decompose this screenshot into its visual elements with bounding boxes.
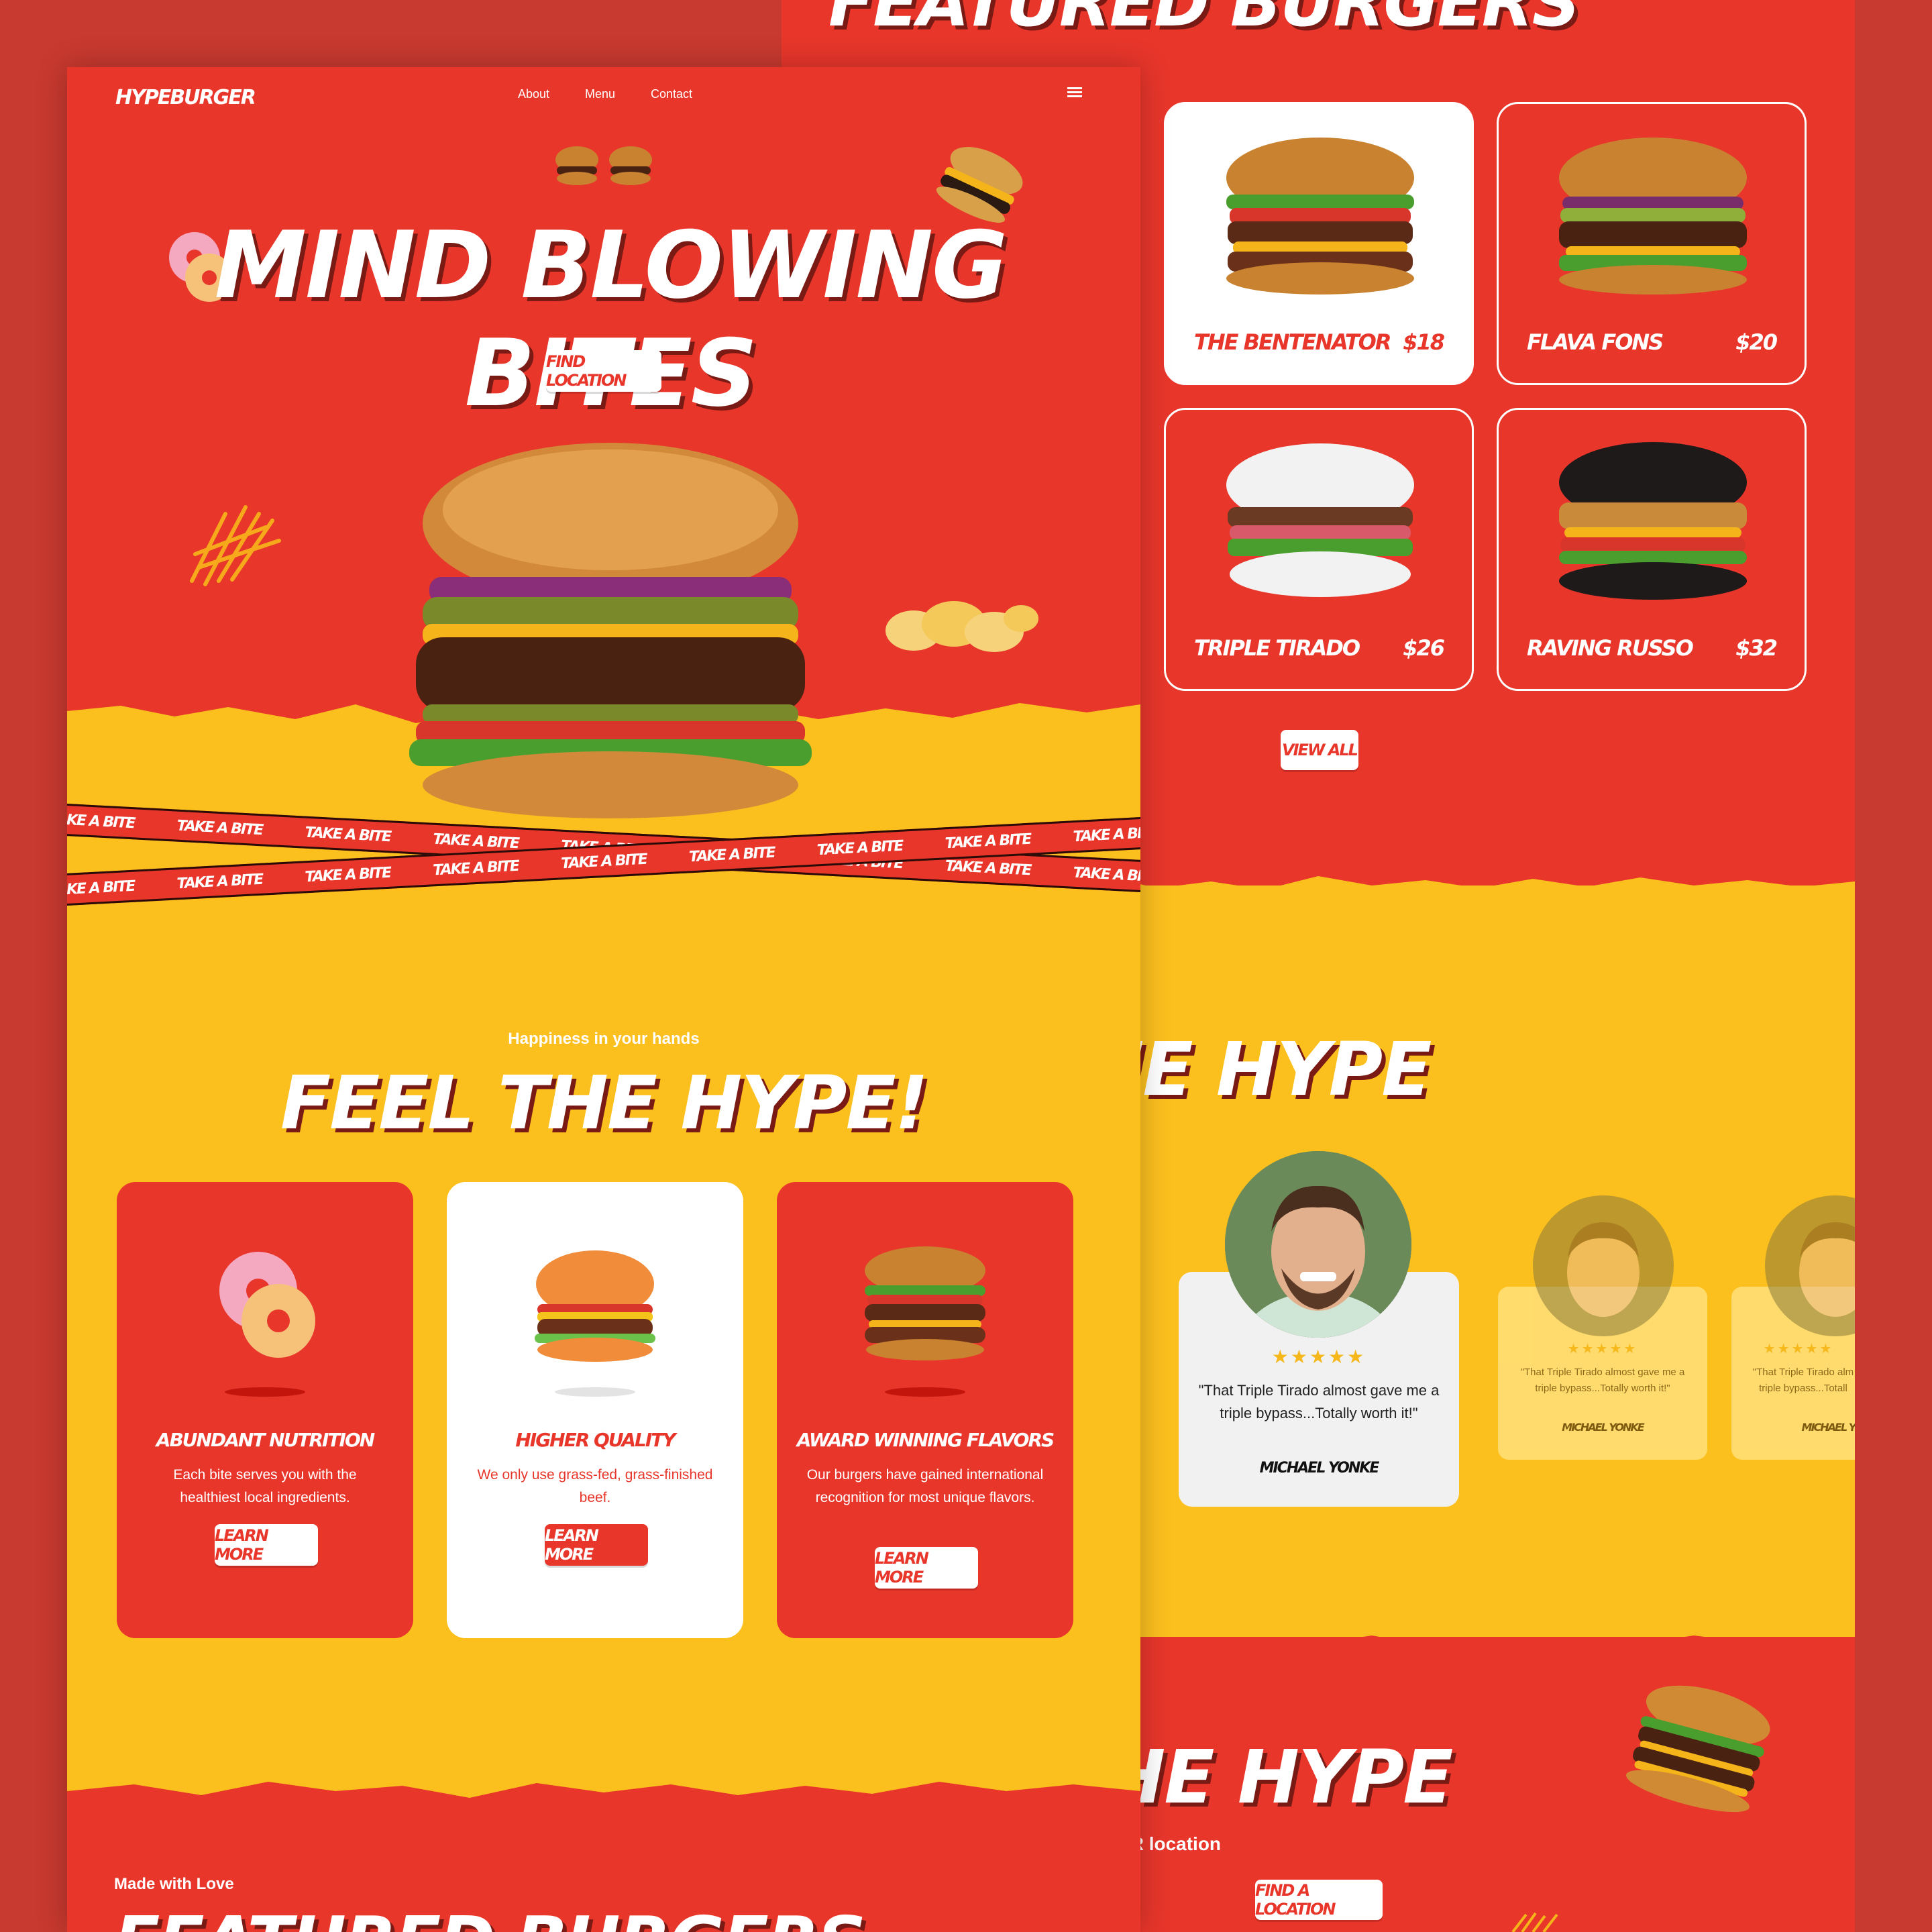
shadow-decoration bbox=[885, 1387, 965, 1397]
learn-more-button[interactable]: LEARN MORE bbox=[215, 1524, 318, 1566]
burger-name: TRIPLE TIRADO bbox=[1194, 635, 1360, 661]
find-location-button[interactable]: FIND LOCATION bbox=[546, 350, 661, 392]
shadow-decoration bbox=[225, 1387, 305, 1397]
hero-title-text: MIND BLOWING BITES bbox=[214, 211, 1008, 427]
section-subtitle: Happiness in your hands bbox=[508, 1030, 700, 1048]
burger-card-triple-tirado[interactable]: TRIPLE TIRADO $26 bbox=[1164, 408, 1474, 691]
feature-title: ABUNDANT NUTRITION bbox=[156, 1429, 375, 1451]
burger-image bbox=[1559, 138, 1747, 294]
burger-price: $18 bbox=[1403, 329, 1445, 355]
stacked-burger-image bbox=[1626, 1685, 1770, 1813]
logo[interactable]: HYPEBURGER bbox=[115, 86, 256, 109]
testimonial-quote: "That Triple Tirado almost gave me a tri… bbox=[1198, 1382, 1440, 1421]
burger-image bbox=[1226, 443, 1414, 597]
learn-more-button[interactable]: LEARN MORE bbox=[875, 1547, 978, 1589]
nav-link-contact[interactable]: Contact bbox=[651, 87, 692, 101]
burger-price: $32 bbox=[1735, 635, 1778, 661]
shadow-decoration bbox=[555, 1387, 635, 1397]
burger-image bbox=[1559, 442, 1747, 600]
home-page: HYPEBURGER About Menu Contact MIND BLOWI… bbox=[67, 67, 1140, 1932]
hero-title: MIND BLOWING BITES bbox=[67, 211, 1140, 427]
burger-card-flava-fons[interactable]: FLAVA FONS $20 bbox=[1497, 102, 1807, 385]
reviewer-avatar bbox=[1533, 1195, 1674, 1336]
learn-more-button[interactable]: LEARN MORE bbox=[545, 1524, 648, 1566]
feel-the-hype-heading: FEEL THE HYPE! bbox=[280, 1060, 928, 1146]
featured-heading: FEATURED BURGERS bbox=[828, 0, 1580, 42]
testimonial-quote: "That Triple Tirado alm triple bypass...… bbox=[1752, 1366, 1854, 1394]
feature-title: AWARD WINNING FLAVORS bbox=[796, 1429, 1055, 1451]
hamburger-menu-icon[interactable] bbox=[1067, 87, 1082, 98]
burger-price: $26 bbox=[1403, 635, 1445, 661]
rating-stars: ★★★★★ bbox=[1567, 1342, 1638, 1356]
fries-icon bbox=[190, 505, 281, 586]
mini-burgers-icon bbox=[555, 146, 652, 185]
feature-text: Our burgers have gained international re… bbox=[806, 1467, 1044, 1505]
reviewer-name: MICHAEL YONKE bbox=[1562, 1421, 1644, 1434]
burger-price: $20 bbox=[1735, 329, 1778, 355]
chips-icon bbox=[885, 601, 1038, 652]
nav-link-about[interactable]: About bbox=[518, 87, 549, 101]
rating-stars: ★★★★★ bbox=[1271, 1346, 1366, 1367]
find-a-location-button[interactable]: FIND A LOCATION bbox=[1255, 1880, 1383, 1920]
testimonial-quote: "That Triple Tirado almost gave me a tri… bbox=[1520, 1366, 1685, 1394]
feature-card-flavors: AWARD WINNING FLAVORS Our burgers have g… bbox=[777, 1182, 1073, 1638]
burger-image bbox=[865, 1246, 985, 1360]
burger-card-bentenator[interactable]: THE BENTENATOR $18 bbox=[1164, 102, 1474, 385]
feature-text: We only use grass-fed, grass-finished be… bbox=[477, 1467, 713, 1505]
reviewer-name: MICHAEL YO bbox=[1801, 1421, 1855, 1434]
donuts-icon bbox=[219, 1252, 315, 1358]
burger-icon bbox=[535, 1250, 655, 1362]
feature-title: HIGHER QUALITY bbox=[515, 1429, 676, 1451]
reviewer-avatar bbox=[1225, 1151, 1411, 1338]
featured-heading: FEATURED BURGERS bbox=[114, 1902, 866, 1932]
burger-name: RAVING RUSSO bbox=[1527, 635, 1694, 661]
feature-card-nutrition: ABUNDANT NUTRITION Each bite serves you … bbox=[117, 1182, 413, 1638]
feature-text: Each bite serves you with the healthiest… bbox=[173, 1467, 357, 1505]
section-subtitle: Made with Love bbox=[114, 1875, 234, 1893]
feature-card-quality: HIGHER QUALITY We only use grass-fed, gr… bbox=[447, 1182, 743, 1638]
nav-link-menu[interactable]: Menu bbox=[585, 87, 615, 101]
burger-name: FLAVA FONS bbox=[1527, 329, 1664, 355]
hero-burger-image bbox=[409, 443, 812, 818]
fries-icon bbox=[1511, 1912, 1558, 1932]
rating-stars: ★★★★★ bbox=[1763, 1342, 1834, 1356]
burger-name: THE BENTENATOR bbox=[1194, 329, 1391, 355]
burger-card-raving-russo[interactable]: RAVING RUSSO $32 bbox=[1497, 408, 1807, 691]
burger-image bbox=[1226, 138, 1414, 294]
reviewer-name: MICHAEL YONKE bbox=[1259, 1460, 1380, 1477]
view-all-button[interactable]: VIEW ALL bbox=[1281, 730, 1358, 770]
